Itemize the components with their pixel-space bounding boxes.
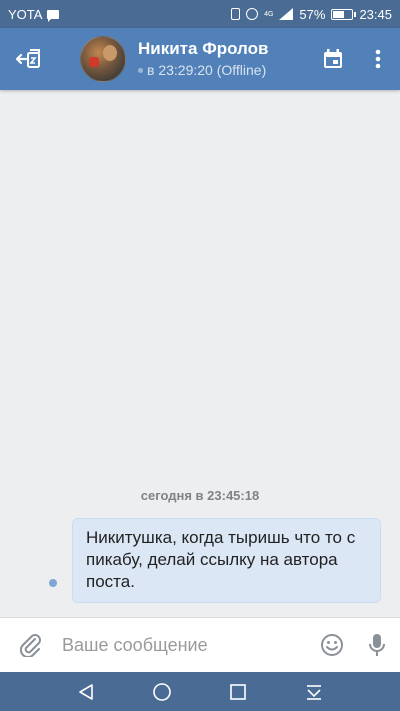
network-label: 4G	[264, 10, 274, 18]
emoji-button[interactable]	[310, 618, 354, 673]
nav-home-icon	[153, 682, 171, 701]
nav-back-icon	[79, 683, 93, 700]
calendar-button[interactable]	[310, 28, 356, 90]
chat-header: Никита Фролов в 23:29:20 (Offline)	[0, 28, 400, 90]
message-input[interactable]	[62, 625, 310, 665]
paperclip-icon	[20, 634, 41, 657]
status-bar: YOTA 4G 57% 23:45	[0, 0, 400, 28]
more-options-button[interactable]	[356, 28, 400, 90]
nav-down-icon	[307, 684, 321, 700]
contact-info[interactable]: Никита Фролов в 23:29:20 (Offline)	[138, 38, 310, 80]
unread-indicator	[49, 579, 57, 587]
nav-recents-icon	[230, 683, 246, 700]
nav-recents-button[interactable]	[218, 672, 258, 711]
last-seen-row: в 23:29:20 (Offline)	[138, 61, 310, 80]
last-seen-text: в 23:29:20 (Offline)	[147, 62, 267, 78]
alarm-icon	[246, 8, 259, 20]
avatar[interactable]	[80, 36, 126, 82]
message-icon	[47, 9, 60, 22]
vibrate-icon	[231, 8, 241, 20]
battery-percent: 57%	[299, 6, 326, 22]
battery-icon	[331, 8, 357, 20]
microphone-icon	[369, 634, 385, 656]
nav-back-button[interactable]	[66, 672, 106, 711]
calendar-icon	[324, 49, 342, 68]
battery-fill	[333, 10, 344, 18]
message-composer	[0, 617, 400, 672]
message-list[interactable]: сегодня в 23:45:18 Никитушка, когда тыри…	[0, 90, 400, 617]
emoji-icon	[321, 634, 343, 656]
nav-down-button[interactable]	[294, 672, 334, 711]
message-bubble[interactable]: Никитушка, когда тыришь что то с пикабу,…	[72, 518, 381, 603]
attach-button[interactable]	[0, 618, 62, 673]
signal-icon	[279, 8, 294, 20]
voice-message-button[interactable]	[354, 618, 400, 673]
back-button[interactable]	[0, 28, 58, 90]
carrier-label: YOTA	[8, 6, 43, 22]
status-dot	[138, 68, 143, 73]
system-nav-bar	[0, 672, 400, 711]
message-text: Никитушка, когда тыришь что то с пикабу,…	[86, 528, 356, 591]
back-icon	[15, 49, 40, 68]
nav-home-button[interactable]	[142, 672, 182, 711]
contact-name: Никита Фролов	[138, 39, 269, 58]
clock: 23:45	[359, 6, 392, 22]
message-date: сегодня в 23:45:18	[140, 488, 260, 503]
more-vertical-icon	[375, 49, 381, 69]
